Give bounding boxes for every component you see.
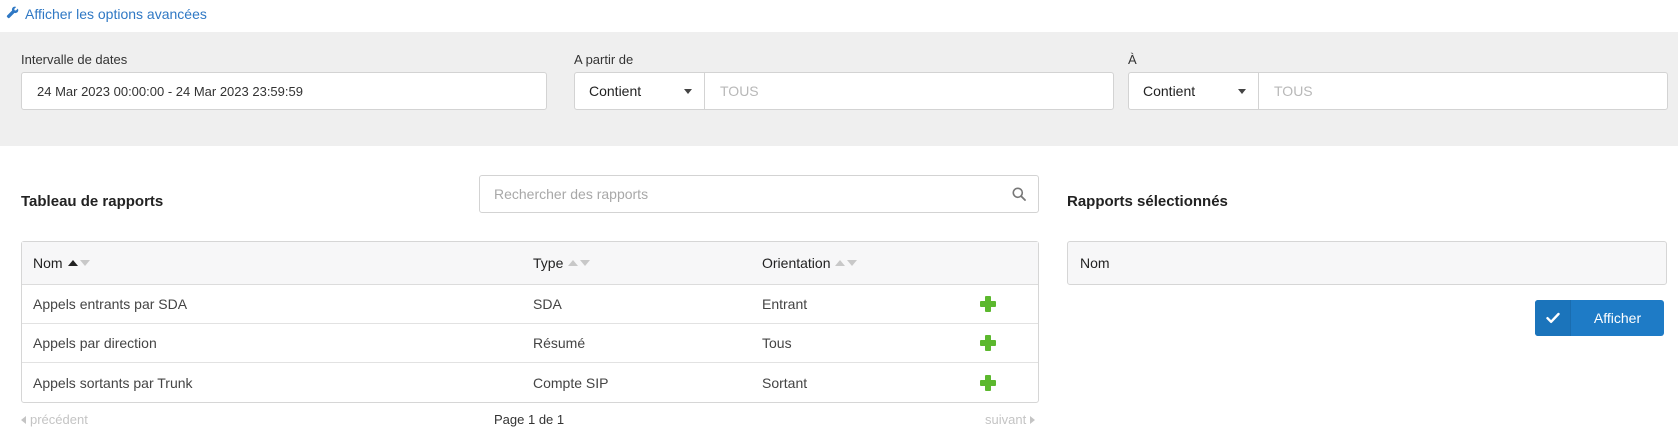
date-range-input[interactable]: 24 Mar 2023 00:00:00 - 24 Mar 2023 23:59… (21, 72, 547, 110)
from-field: Contient (574, 72, 1114, 110)
column-header-nom[interactable]: Nom (22, 242, 533, 284)
add-report-icon[interactable] (980, 374, 996, 391)
reports-table-title: Tableau de rapports (21, 193, 164, 210)
report-type: SDA (533, 296, 562, 312)
report-orientation: Tous (762, 335, 792, 351)
report-orientation: Entrant (762, 296, 808, 312)
column-header-nom: Nom (1080, 255, 1110, 271)
column-header-label: Nom (33, 255, 63, 271)
from-operator-value: Contient (589, 83, 642, 99)
sort-icon[interactable] (568, 260, 591, 266)
column-header-label: Orientation (762, 255, 831, 271)
from-label: A partir de (574, 52, 634, 67)
advanced-options-link[interactable]: Afficher les options avancées (6, 6, 207, 22)
pagination-next-label: suivant (985, 412, 1027, 427)
table-row: Appels par direction Résumé Tous (22, 324, 1038, 363)
selected-reports-title: Rapports sélectionnés (1067, 193, 1228, 210)
report-name: Appels par direction (33, 335, 157, 351)
reports-search-input[interactable] (480, 176, 1000, 212)
search-icon[interactable] (1000, 187, 1038, 201)
to-label: À (1128, 52, 1137, 67)
display-button[interactable]: Afficher (1535, 300, 1664, 336)
to-input[interactable] (1259, 73, 1667, 109)
table-header: Nom Type Orientation (22, 242, 1038, 285)
report-type: Compte SIP (533, 374, 609, 391)
add-report-icon[interactable] (980, 296, 996, 312)
pagination-prev-label: précédent (30, 412, 88, 427)
sort-icon[interactable] (67, 260, 90, 266)
pagination-next[interactable]: suivant (985, 412, 1036, 427)
date-range-label: Intervalle de dates (21, 52, 128, 67)
from-group: A partir de Contient (574, 52, 1114, 110)
add-report-icon[interactable] (980, 335, 996, 351)
from-operator-select[interactable]: Contient (575, 73, 705, 109)
reports-table: Nom Type Orientation Appels entrants par… (21, 241, 1039, 403)
sort-icon[interactable] (835, 260, 858, 266)
to-field: Contient (1128, 72, 1668, 110)
filter-panel: Intervalle de dates 24 Mar 2023 00:00:00… (0, 32, 1678, 146)
date-range-group: Intervalle de dates 24 Mar 2023 00:00:00… (21, 52, 547, 110)
table-row: Appels sortants par Trunk Compte SIP Sor… (22, 363, 1038, 402)
wrench-icon (6, 6, 19, 22)
caret-down-icon (684, 88, 692, 94)
selected-reports-table: Nom (1067, 241, 1667, 285)
report-type: Résumé (533, 335, 586, 351)
chevron-right-icon (1030, 415, 1036, 424)
reports-search (479, 175, 1039, 213)
caret-down-icon (1238, 88, 1246, 94)
pagination-prev[interactable]: précédent (21, 412, 88, 427)
to-operator-select[interactable]: Contient (1129, 73, 1259, 109)
chevron-left-icon (21, 415, 26, 424)
report-name: Appels entrants par SDA (33, 296, 188, 312)
column-header-type[interactable]: Type (533, 242, 762, 284)
table-row: Appels entrants par SDA SDA Entrant (22, 285, 1038, 324)
report-name: Appels sortants par Trunk (33, 374, 193, 391)
to-operator-value: Contient (1143, 83, 1196, 99)
advanced-options-label: Afficher les options avancées (25, 6, 207, 22)
pagination-status: Page 1 de 1 (494, 412, 565, 427)
to-group: À Contient (1128, 52, 1668, 110)
column-header-label: Type (533, 255, 564, 271)
check-icon (1535, 300, 1571, 336)
display-button-label: Afficher (1593, 310, 1642, 326)
from-input[interactable] (705, 73, 1113, 109)
column-header-orientation[interactable]: Orientation (762, 242, 980, 284)
report-orientation: Sortant (762, 374, 808, 391)
